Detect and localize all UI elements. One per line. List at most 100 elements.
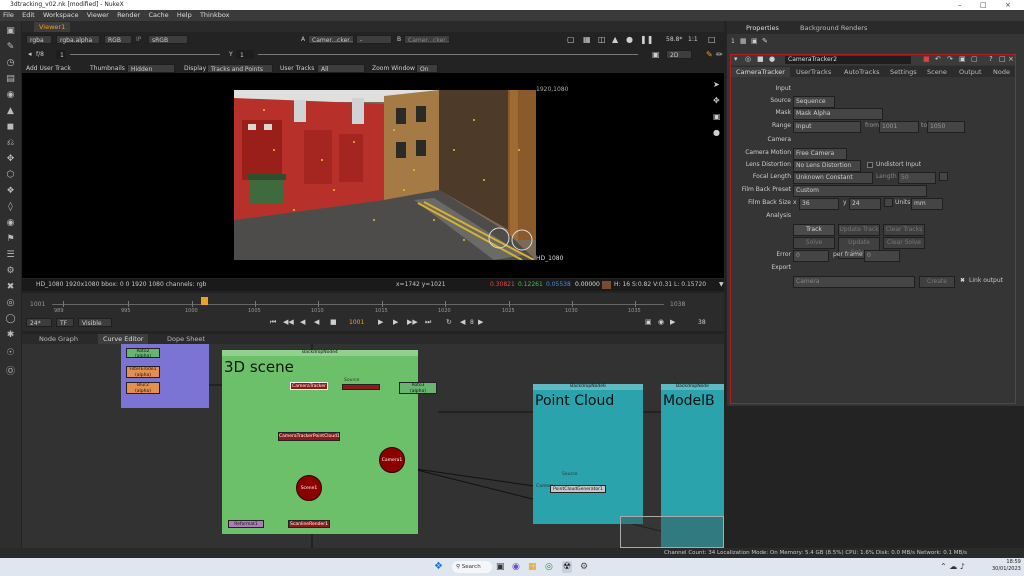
gamma-slider[interactable] <box>258 54 638 55</box>
flipbook-icon[interactable]: ▣ <box>645 318 652 327</box>
keyer-nodes-icon[interactable]: ◼ <box>4 121 17 133</box>
transform-tool-icon[interactable]: ✥ <box>713 96 720 105</box>
furnace-nodes-icon[interactable]: ✖ <box>4 281 17 293</box>
menu-edit[interactable]: Edit <box>22 11 35 19</box>
node-name-field[interactable]: CameraTracker2 <box>785 56 911 64</box>
toolsets-icon[interactable]: ☰ <box>4 249 17 261</box>
end-frame-field[interactable]: 38 <box>698 318 706 327</box>
export-dropdown[interactable]: Camera <box>793 276 915 288</box>
record-icon[interactable]: ◉ <box>658 318 664 327</box>
node-reformat[interactable]: Reformat1 <box>228 520 264 528</box>
tab-node-graph[interactable]: Node Graph <box>34 334 83 344</box>
close-icon[interactable]: × <box>1005 0 1011 10</box>
film-back-preset-dropdown[interactable]: Custom <box>793 185 927 197</box>
timeline-end[interactable]: 1038 <box>670 300 685 309</box>
menu-thinkbox[interactable]: Thinkbox <box>200 11 230 19</box>
ocula-nodes-icon[interactable]: ◎ <box>4 297 17 309</box>
source-dropdown[interactable]: Sequence <box>793 96 835 108</box>
color-icon[interactable]: ■ <box>923 55 930 64</box>
tab-autotracks[interactable]: AutoTracks <box>839 67 885 77</box>
create-button[interactable]: Create <box>919 276 955 288</box>
range-dropdown[interactable]: Visible <box>78 318 112 327</box>
range-dropdown[interactable]: Input <box>793 121 861 133</box>
ip-toggle[interactable]: IP <box>136 35 141 44</box>
menu-render[interactable]: Render <box>117 11 140 19</box>
frame-step[interactable]: f/8 <box>36 50 44 59</box>
tab-settings[interactable]: Settings <box>885 67 922 77</box>
node-cameratrackerpointcloud[interactable]: CameraTrackerPointCloud1 <box>278 432 340 441</box>
units-dropdown[interactable]: mm <box>911 198 943 210</box>
gamma-value[interactable]: 1 <box>236 50 254 59</box>
transform-nodes-icon[interactable]: ✥ <box>4 153 17 165</box>
channels-dropdown[interactable]: rgba <box>26 35 52 44</box>
clear-tracks-button[interactable]: Clear Tracks <box>883 224 925 236</box>
display-channels-dropdown[interactable]: RGB <box>104 35 132 44</box>
input-a-dropdown[interactable]: Camer...cker.. <box>308 35 354 44</box>
undistort-checkbox[interactable] <box>867 162 873 168</box>
clear-solve-button[interactable]: Clear Solve <box>883 237 925 249</box>
channel-nodes-icon[interactable]: ▤ <box>4 73 17 85</box>
info-menu-icon[interactable]: ▼ <box>719 279 724 291</box>
task-view-icon[interactable]: ▣ <box>496 561 505 573</box>
zoom-window-dropdown[interactable]: On <box>416 64 438 73</box>
node-cameratracker2[interactable] <box>342 384 380 390</box>
node-pointcloudgenerator[interactable]: PointCloudGenerator1 <box>550 485 606 493</box>
input-b-dropdown[interactable]: Camer...cker.. <box>404 35 450 44</box>
playhead[interactable] <box>201 297 208 305</box>
roi-icon[interactable]: ▢ <box>567 35 575 44</box>
particles-nodes-icon[interactable]: ❖ <box>4 185 17 197</box>
user-tracks-dropdown[interactable]: All <box>317 64 365 73</box>
redo-icon[interactable]: ↷ <box>947 55 953 64</box>
add-user-track-button[interactable]: Add User Track <box>26 64 71 73</box>
panel-lock-icon[interactable]: ▦ <box>740 37 747 46</box>
node-roto2[interactable]: Roto2 (alpha) <box>126 348 160 359</box>
fps-dropdown[interactable]: 24* <box>26 318 52 327</box>
film-back-y-field[interactable]: 24 <box>849 198 881 210</box>
gain-icon[interactable]: ◂ <box>28 50 32 59</box>
first-frame-icon[interactable]: ⏮ <box>270 318 276 327</box>
backdrop-point-cloud[interactable]: BackdropNode6 Point Cloud <box>533 384 643 524</box>
edit-icon[interactable]: ✏ <box>716 50 723 59</box>
krakatoa-icon[interactable]: Ⓞ <box>4 366 17 378</box>
link-output-check-icon[interactable]: ✖ <box>960 276 965 286</box>
plugin-nodes-icon[interactable]: ☉ <box>4 347 17 359</box>
gizmo-nodes-icon[interactable]: ✱ <box>4 329 17 341</box>
node-filtererode[interactable]: FilterErode1 (alpha) <box>126 366 160 378</box>
increment-value[interactable]: 8 <box>470 318 474 327</box>
track-button[interactable]: Track <box>793 224 835 236</box>
chat-icon[interactable]: ◉ <box>512 561 520 573</box>
update-track-button[interactable]: Update Track <box>838 224 880 236</box>
brush-icon[interactable]: ✎ <box>706 50 713 59</box>
undo-icon[interactable]: ↶ <box>935 55 941 64</box>
menu-file[interactable]: File <box>3 11 14 19</box>
film-back-x-field[interactable]: 36 <box>799 198 839 210</box>
compare-mode-dropdown[interactable]: - <box>356 35 392 44</box>
node-cameratracker[interactable]: CameraTracker <box>290 382 328 390</box>
camera-motion-dropdown[interactable]: Free Camera <box>793 148 847 160</box>
filter-nodes-icon[interactable]: ▲ <box>4 105 17 117</box>
current-frame[interactable]: 1001 <box>349 318 364 327</box>
node-blur2[interactable]: Blur2 (alpha) <box>126 382 160 394</box>
fullscreen-icon[interactable]: □ <box>708 35 716 44</box>
maximize-panel-icon[interactable]: □ <box>999 55 1006 64</box>
timeline-start[interactable]: 1001 <box>30 300 45 309</box>
error-field[interactable]: 0 <box>793 250 829 262</box>
node-graph[interactable]: Roto2 (alpha) FilterErode1 (alpha) Blur2 (a… <box>22 344 724 548</box>
grid-icon[interactable]: ▦ <box>583 35 591 44</box>
panel-float-icon[interactable]: ▣ <box>751 37 758 46</box>
node-scene1[interactable]: Scene1 <box>296 475 322 501</box>
tab-properties[interactable]: Properties <box>741 23 784 33</box>
tab-output[interactable]: Output <box>954 67 987 77</box>
nuke-app-icon[interactable]: ☢ <box>562 561 573 573</box>
tf-dropdown[interactable]: TF <box>56 318 74 327</box>
play-mode-icon[interactable]: ▶ <box>670 318 675 327</box>
graph-navigator[interactable] <box>620 516 724 548</box>
panel-count[interactable]: 1 <box>731 37 735 46</box>
panel-clear-icon[interactable]: ✎ <box>762 37 768 46</box>
tab-viewer1[interactable]: Viewer1 <box>34 22 71 32</box>
gain-slider[interactable] <box>70 54 220 55</box>
clock[interactable]: 18:59 30/01/2023 <box>992 559 1021 573</box>
pause-icon[interactable]: ❚❚ <box>640 35 653 44</box>
tab-cameratracker[interactable]: CameraTracker <box>731 67 790 77</box>
search-box[interactable]: ⚲ Search <box>452 561 492 573</box>
